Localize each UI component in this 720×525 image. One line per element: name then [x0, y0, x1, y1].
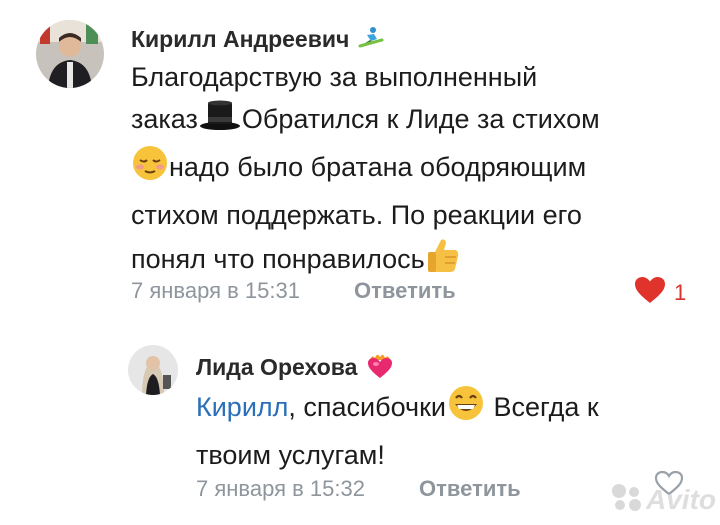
grinning-face-icon: [446, 384, 486, 434]
comment-line-1: Благодарствую за выполненный: [131, 62, 538, 92]
avito-logo-icon: [610, 482, 644, 517]
reply-timestamp: 7 января в 15:32: [196, 476, 365, 501]
avatar-kirill[interactable]: [36, 20, 104, 88]
comment-line-3: надо было братана ободряющим: [131, 144, 691, 194]
relieved-face-icon: [131, 144, 169, 194]
comment-text: Благодарствую за выполненный заказ Обрат…: [131, 56, 691, 286]
snowboarder-icon: [358, 26, 384, 56]
mention-link[interactable]: Кирилл: [196, 392, 288, 422]
comment-reply-button[interactable]: Ответить: [354, 278, 456, 304]
like-count: 1: [674, 279, 687, 305]
comment-line-2: заказ Обратился к Лиде за стихом: [131, 98, 691, 144]
avito-watermark: Avito: [610, 482, 716, 517]
reply-text: Кирилл, спасибочки Всегда к твоим услуга…: [196, 384, 696, 476]
top-hat-icon: [198, 98, 242, 144]
like-button[interactable]: 1: [634, 276, 686, 309]
avito-wordmark: Avito: [646, 483, 716, 515]
comment-author-name[interactable]: Кирилл Андреевич: [131, 26, 384, 56]
heart-on-fire-icon: [366, 352, 394, 386]
reply-author-name[interactable]: Лида Орехова: [196, 352, 394, 386]
reply-reply-button[interactable]: Ответить: [419, 476, 521, 502]
comment-line-4: стихом поддержать. По реакции его: [131, 200, 582, 230]
reply-line-2: твоим услугам!: [196, 440, 385, 470]
comment-timestamp: 7 января в 15:31: [131, 278, 300, 303]
reply-line-1: Кирилл, спасибочки Всегда к: [196, 384, 696, 434]
heart-icon: [634, 276, 666, 309]
avatar-lida[interactable]: [128, 345, 178, 395]
